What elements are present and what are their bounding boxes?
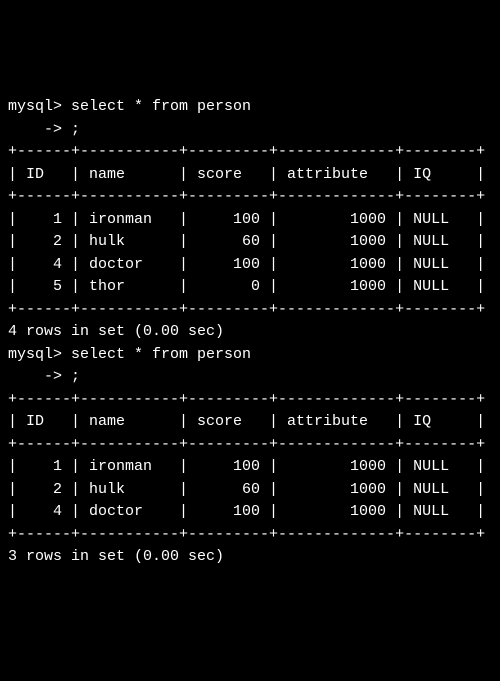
terminal-output: mysql> select * from person -> ;+------+… [8,96,492,569]
table-header: | ID | name | score | attribute | IQ | [8,164,492,187]
table-row: | 1 | ironman | 100 | 1000 | NULL | [8,456,492,479]
table-header: | ID | name | score | attribute | IQ | [8,411,492,434]
table-row: | 2 | hulk | 60 | 1000 | NULL | [8,479,492,502]
result-footer: 4 rows in set (0.00 sec) [8,321,492,344]
continuation-prompt: -> [8,368,71,385]
table-border: +------+-----------+---------+----------… [8,299,492,322]
table-border: +------+-----------+---------+----------… [8,524,492,547]
mysql-prompt: mysql> [8,98,71,115]
table-row: | 5 | thor | 0 | 1000 | NULL | [8,276,492,299]
continuation-prompt: -> [8,121,71,138]
table-row: | 2 | hulk | 60 | 1000 | NULL | [8,231,492,254]
prompt-line[interactable]: mysql> select * from person [8,344,492,367]
table-border: +------+-----------+---------+----------… [8,186,492,209]
prompt-line[interactable]: mysql> select * from person [8,96,492,119]
sql-statement: select * from person [71,346,251,363]
table-row: | 4 | doctor | 100 | 1000 | NULL | [8,254,492,277]
table-row: | 4 | doctor | 100 | 1000 | NULL | [8,501,492,524]
sql-terminator: ; [71,368,80,385]
continuation-line[interactable]: -> ; [8,119,492,142]
continuation-line[interactable]: -> ; [8,366,492,389]
sql-statement: select * from person [71,98,251,115]
table-border: +------+-----------+---------+----------… [8,434,492,457]
result-footer: 3 rows in set (0.00 sec) [8,546,492,569]
table-border: +------+-----------+---------+----------… [8,141,492,164]
table-row: | 1 | ironman | 100 | 1000 | NULL | [8,209,492,232]
mysql-prompt: mysql> [8,346,71,363]
sql-terminator: ; [71,121,80,138]
table-border: +------+-----------+---------+----------… [8,389,492,412]
